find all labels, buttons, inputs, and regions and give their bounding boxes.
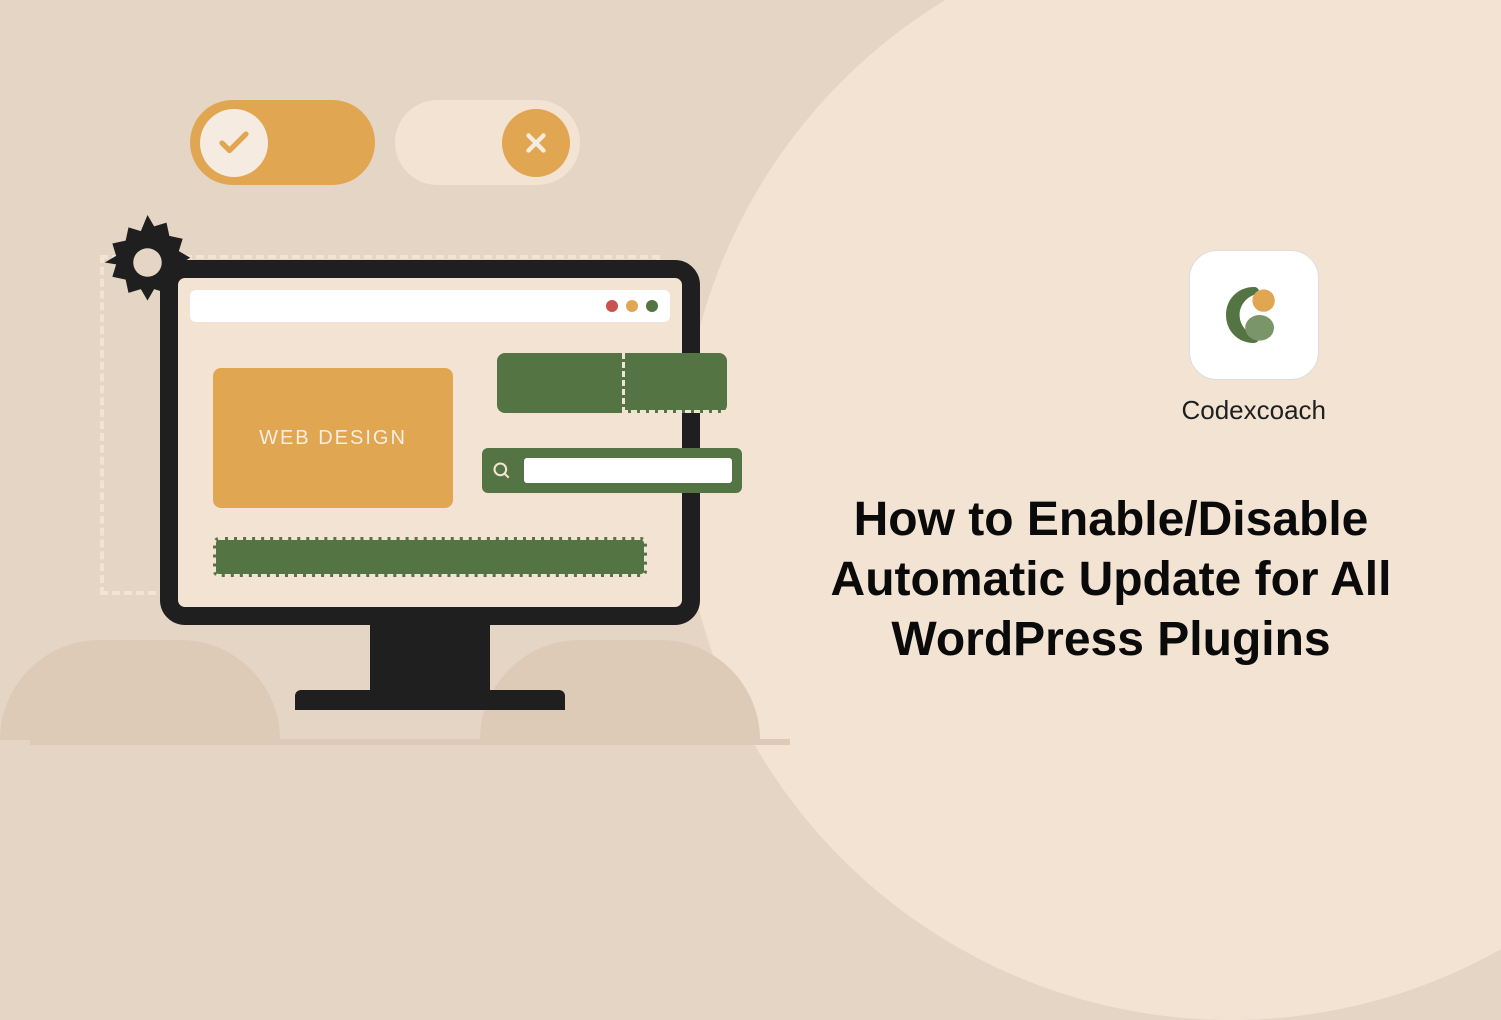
card-web-design: WEB DESIGN: [213, 368, 453, 508]
browser-bar: [190, 290, 670, 322]
brand-name: Codexcoach: [1181, 395, 1326, 426]
checkmark-icon: [200, 109, 268, 177]
window-dot-green: [646, 300, 658, 312]
headline: How to Enable/Disable Automatic Update f…: [791, 490, 1431, 670]
toggle-off: [395, 100, 580, 185]
search-icon: [492, 461, 512, 481]
toggle-row: [190, 100, 580, 185]
card-green-dashed: [622, 353, 727, 413]
close-icon: [502, 109, 570, 177]
search-bar: [482, 448, 742, 493]
brand-block: Codexcoach: [1181, 250, 1326, 426]
ground-line: [30, 739, 790, 745]
window-dot-amber: [626, 300, 638, 312]
hero-illustration: WEB DESIGN: [30, 100, 730, 800]
search-input-placeholder: [524, 458, 732, 483]
bottom-strip: [213, 537, 647, 577]
monitor-base: [295, 690, 565, 710]
window-dot-red: [606, 300, 618, 312]
toggle-on: [190, 100, 375, 185]
monitor-screen: WEB DESIGN: [160, 260, 700, 625]
monitor-stand: [370, 625, 490, 690]
monitor: WEB DESIGN: [160, 260, 700, 700]
brand-logo: [1189, 250, 1319, 380]
